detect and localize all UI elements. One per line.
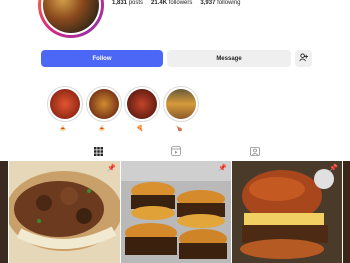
posts-grid: 📌 📌 📌 xyxy=(0,161,350,263)
highlight-label: 🍗 xyxy=(175,126,183,132)
following-count[interactable]: 3,937 following xyxy=(200,0,240,6)
profile-avatar[interactable] xyxy=(38,0,104,38)
highlight-ring xyxy=(47,86,83,122)
tab-reels[interactable] xyxy=(170,146,182,158)
profile-stats: 1,831 posts 21.4K followers 3,937 follow… xyxy=(112,0,240,6)
post-image xyxy=(121,161,231,263)
tab-posts[interactable] xyxy=(92,146,104,158)
pinned-icon: 📌 xyxy=(218,165,227,172)
pinned-icon: 📌 xyxy=(329,165,338,172)
post-tile-3[interactable]: 📌 xyxy=(232,161,342,263)
message-button[interactable]: Message xyxy=(167,50,291,67)
posts-count: 1,831 posts xyxy=(112,0,144,6)
post-image xyxy=(9,161,120,263)
person-add-icon xyxy=(299,53,308,64)
highlight-3[interactable]: 🍕 xyxy=(124,86,160,132)
highlight-ring xyxy=(163,86,199,122)
highlight-1[interactable]: 🍝 xyxy=(47,86,83,132)
highlight-2[interactable]: 🍝 xyxy=(86,86,122,132)
highlight-ring xyxy=(124,86,160,122)
post-tile-edge-right[interactable] xyxy=(343,161,350,263)
post-image xyxy=(232,161,342,263)
highlight-label: 🍕 xyxy=(136,126,144,132)
post-tile-2[interactable]: 📌 xyxy=(121,161,231,263)
tagged-icon xyxy=(250,143,260,161)
tab-tagged[interactable] xyxy=(249,146,261,158)
reels-icon xyxy=(171,143,181,161)
post-tile-1[interactable]: 📌 xyxy=(9,161,120,263)
highlight-4[interactable]: 🍗 xyxy=(163,86,199,132)
profile-tabs xyxy=(0,146,350,158)
grid-icon xyxy=(93,143,103,161)
highlight-label: 🍝 xyxy=(59,126,67,132)
suggested-accounts-button[interactable] xyxy=(295,50,312,67)
followers-count[interactable]: 21.4K followers xyxy=(151,0,192,6)
highlight-ring xyxy=(86,86,122,122)
post-tile-edge-left[interactable] xyxy=(0,161,8,263)
follow-button[interactable]: Follow xyxy=(41,50,163,67)
pinned-icon: 📌 xyxy=(107,165,116,172)
highlight-label: 🍝 xyxy=(98,126,106,132)
